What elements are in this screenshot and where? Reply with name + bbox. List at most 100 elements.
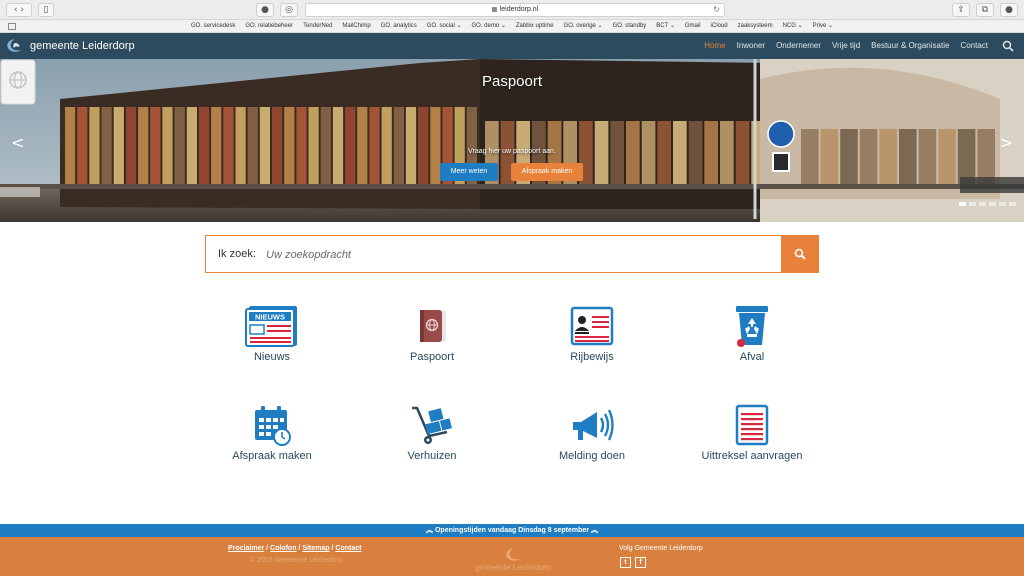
driving-license-icon — [570, 306, 614, 346]
slide-dot[interactable] — [959, 202, 966, 206]
url-text: leiderdorp.nl — [499, 6, 539, 13]
nav-item-contact[interactable]: Contact — [960, 33, 988, 59]
bookmark-item[interactable]: MailChimp — [342, 20, 370, 33]
slide-indicators[interactable] — [959, 202, 1016, 206]
tile-paspoort[interactable]: Paspoort — [362, 305, 502, 375]
bookmarks-bar: GO. servicedesk GO. relatiebeheer TenderNe… — [0, 20, 1024, 33]
shield-icon[interactable]: ● — [256, 3, 274, 17]
opening-hours-bar[interactable]: ︽ Openingstijden vandaag Dinsdag 8 septe… — [0, 524, 1024, 537]
hero-slider: Paspoort Vraag hier uw paspoort aan. Mee… — [0, 59, 1024, 222]
next-slide-arrow-icon[interactable]: > — [1000, 133, 1013, 152]
bookmark-item[interactable]: GO. overige ⌄ — [564, 20, 603, 33]
tile-label: Nieuws — [253, 351, 291, 363]
reload-icon[interactable]: ↻ — [713, 4, 720, 16]
tile-melding-doen[interactable]: Melding doen — [522, 404, 662, 474]
bookmark-item[interactable]: zaaksysteem — [738, 20, 773, 33]
newspaper-icon: NIEUWS — [245, 306, 297, 347]
passport-icon — [420, 310, 446, 342]
site-header: gemeente Leiderdorp Home Inwoner Onderneme… — [0, 33, 1024, 59]
document-icon — [735, 404, 769, 446]
grid-icon[interactable] — [8, 23, 16, 30]
bookmark-item[interactable]: GO. demo ⌄ — [471, 20, 505, 33]
calendar-clock-icon — [255, 406, 291, 446]
tabs-icon[interactable]: ⧉ — [976, 3, 994, 17]
search-button[interactable] — [781, 235, 819, 273]
facebook-icon[interactable]: f — [635, 557, 646, 568]
browser-toolbar: ‹ › ▯ ● ◎ leiderdorp.nl ↻ ⇪ ⧉ ● — [0, 0, 1024, 20]
tile-label: Afval — [739, 351, 765, 363]
more-info-button[interactable]: Meer weten — [440, 163, 498, 181]
tile-uittreksel-aanvragen[interactable]: Uittreksel aanvragen — [682, 404, 822, 474]
footer-logo-text: gemeente Leiderdorp — [474, 563, 552, 572]
footer-link-proclaimer[interactable]: Proclaimer — [228, 545, 264, 552]
tile-label: Paspoort — [409, 351, 455, 363]
footer-logo: gemeente Leiderdorp — [468, 547, 558, 575]
bookmark-item[interactable]: BCT ⌄ — [656, 20, 675, 33]
bookmark-item[interactable]: GO. relatiebeheer — [245, 20, 293, 33]
tile-label: Verhuizen — [407, 450, 457, 462]
bookmark-item[interactable]: GO. servicedesk — [191, 20, 235, 33]
slide-dot[interactable] — [979, 202, 986, 206]
extensions-icon[interactable]: ● — [1000, 3, 1018, 17]
share-icon[interactable]: ⇪ — [952, 3, 970, 17]
recycle-bin-icon — [736, 306, 768, 347]
footer-link-sitemap[interactable]: Sitemap — [302, 545, 329, 552]
tile-label: Rijbewijs — [570, 351, 614, 363]
footer-link-contact[interactable]: Contact — [335, 545, 361, 552]
bookmark-item[interactable]: NCG ⌄ — [783, 20, 803, 33]
tile-afspraak-maken[interactable]: Afspraak maken — [202, 404, 342, 474]
follow-label: Volg Gemeente Leiderdorp — [619, 545, 703, 552]
address-bar[interactable]: leiderdorp.nl ↻ — [305, 3, 725, 17]
lock-icon — [491, 6, 497, 12]
search-icon[interactable] — [1002, 40, 1014, 52]
tile-label: Melding doen — [558, 450, 626, 462]
passport-icon — [0, 59, 36, 105]
social-links: t f — [620, 557, 646, 568]
search-input[interactable] — [266, 244, 766, 266]
nav-item-bestuur-organisatie[interactable]: Bestuur & Organisatie — [871, 33, 949, 59]
tile-nieuws[interactable]: NIEUWS Nieuws — [202, 305, 342, 375]
sidebar-toggle-icon[interactable]: ▯ — [38, 3, 54, 17]
leiderdorp-logo-icon[interactable] — [5, 38, 23, 54]
hero-title: Paspoort — [481, 73, 543, 90]
bookmark-item[interactable]: GO. standby — [613, 20, 647, 33]
make-appointment-button[interactable]: Afspraak maken — [511, 163, 583, 181]
bookmark-item[interactable]: GO. analytics — [381, 20, 417, 33]
brand-name[interactable]: gemeente Leiderdorp — [30, 40, 135, 52]
nav-item-ondernemer[interactable]: Ondernemer — [776, 33, 821, 59]
tile-rijbewijs[interactable]: Rijbewijs — [522, 305, 662, 375]
bookmark-item[interactable]: Gmail — [685, 20, 701, 33]
slide-dot[interactable] — [999, 202, 1006, 206]
bookmark-item[interactable]: TenderNed — [303, 20, 332, 33]
back-forward-buttons[interactable]: ‹ › — [6, 3, 32, 17]
leiderdorp-logo-icon — [506, 548, 520, 561]
footer-link-colofon[interactable]: Colofon — [270, 545, 296, 552]
slide-dot[interactable] — [1009, 202, 1016, 206]
bookmark-item[interactable]: iCloud — [711, 20, 728, 33]
tile-afval[interactable]: Afval — [682, 305, 822, 375]
main-menu: Home Inwoner Ondernemer Vrije tijd Bestuur &… — [704, 33, 988, 59]
slide-dot[interactable] — [969, 202, 976, 206]
search-bar: Ik zoek: — [205, 235, 819, 273]
footer-copyright: © 2015 Gemeente Leiderdorp — [250, 557, 343, 564]
bookmark-item[interactable]: Prive ⌄ — [813, 20, 833, 33]
bookmark-item[interactable]: GO. social ⌄ — [427, 20, 462, 33]
nav-item-inwoner[interactable]: Inwoner — [737, 33, 765, 59]
previous-slide-arrow-icon[interactable]: < — [11, 133, 24, 152]
nav-item-home[interactable]: Home — [704, 33, 725, 59]
tile-label: Uittreksel aanvragen — [701, 450, 803, 462]
twitter-icon[interactable]: t — [620, 557, 631, 568]
newspaper-badge: NIEUWS — [255, 313, 285, 322]
hand-truck-icon — [412, 406, 452, 444]
nav-item-vrije-tijd[interactable]: Vrije tijd — [832, 33, 860, 59]
slide-dot[interactable] — [989, 202, 996, 206]
extension-icon[interactable]: ◎ — [280, 3, 298, 17]
tile-label: Afspraak maken — [232, 450, 312, 462]
bookmark-item[interactable]: Zabbix uptime — [516, 20, 554, 33]
megaphone-icon — [573, 409, 614, 441]
bookmark-list: GO. servicedesk GO. relatiebeheer TenderNe… — [0, 20, 1024, 33]
search-icon — [794, 248, 806, 260]
footer-links: Proclaimer / Colofon / Sitemap / Contact — [228, 545, 361, 552]
search-label: Ik zoek: — [218, 248, 256, 260]
tile-verhuizen[interactable]: Verhuizen — [362, 404, 502, 474]
